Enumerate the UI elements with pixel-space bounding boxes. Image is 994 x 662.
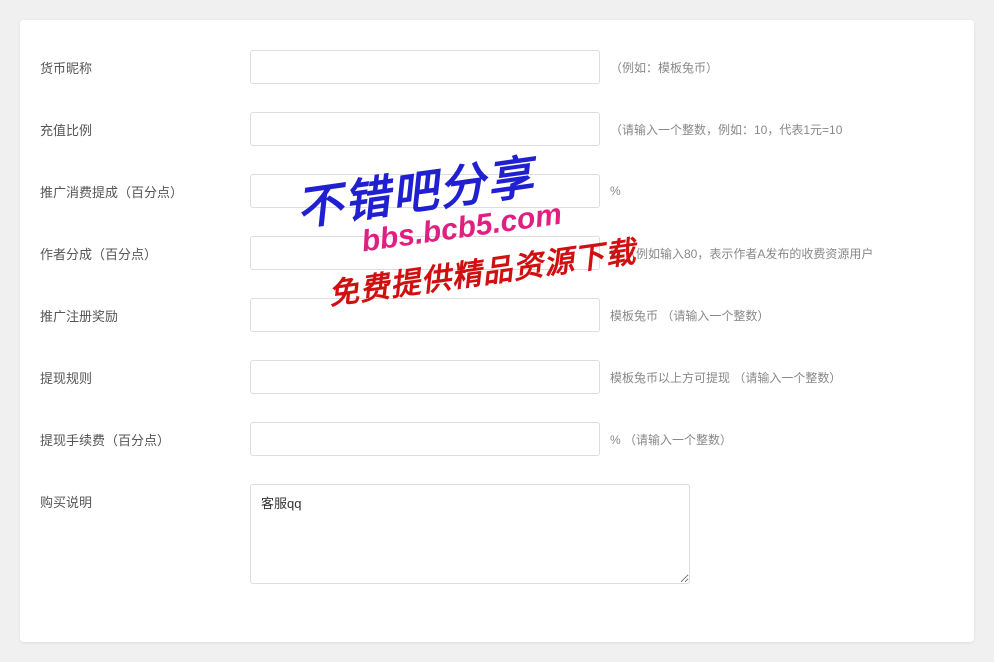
row-withdraw-fee: 提现手续费（百分点） % （请输入一个整数） bbox=[40, 422, 954, 456]
row-purchase-description: 购买说明 客服qq bbox=[40, 484, 954, 584]
control-wrap: 模板兔币 （请输入一个整数） bbox=[250, 298, 954, 332]
control-wrap: % （例如输入80，表示作者A发布的收费资源用户 bbox=[250, 236, 954, 270]
control-wrap: 模板兔币以上方可提现 （请输入一个整数） bbox=[250, 360, 954, 394]
watermark-overlay: 不错吧分享 bbs.bcb5.com 免费提供精品资源下载 bbox=[292, 128, 639, 317]
hint-recharge-ratio: （请输入一个整数，例如：10，代表1元=10 bbox=[610, 121, 842, 138]
textarea-purchase-description[interactable]: 客服qq bbox=[250, 484, 690, 584]
row-promotion-commission: 推广消费提成（百分点） % bbox=[40, 174, 954, 208]
input-withdraw-rule[interactable] bbox=[250, 360, 600, 394]
input-recharge-ratio[interactable] bbox=[250, 112, 600, 146]
control-wrap: 客服qq bbox=[250, 484, 954, 584]
hint-author-share: % （例如输入80，表示作者A发布的收费资源用户 bbox=[610, 245, 873, 262]
label-author-share: 作者分成（百分点） bbox=[40, 236, 250, 263]
control-wrap: % bbox=[250, 174, 954, 208]
label-withdraw-rule: 提现规则 bbox=[40, 360, 250, 387]
label-withdraw-fee: 提现手续费（百分点） bbox=[40, 422, 250, 449]
input-currency-nickname[interactable] bbox=[250, 50, 600, 84]
label-purchase-description: 购买说明 bbox=[40, 484, 250, 511]
label-currency-nickname: 货币昵称 bbox=[40, 50, 250, 77]
input-promotion-register-reward[interactable] bbox=[250, 298, 600, 332]
input-promotion-commission[interactable] bbox=[250, 174, 600, 208]
input-withdraw-fee[interactable] bbox=[250, 422, 600, 456]
control-wrap: （请输入一个整数，例如：10，代表1元=10 bbox=[250, 112, 954, 146]
settings-panel: 货币昵称 （例如：模板兔币） 充值比例 （请输入一个整数，例如：10，代表1元=… bbox=[20, 20, 974, 642]
control-wrap: （例如：模板兔币） bbox=[250, 50, 954, 84]
control-wrap: % （请输入一个整数） bbox=[250, 422, 954, 456]
hint-withdraw-fee: % （请输入一个整数） bbox=[610, 431, 732, 448]
row-withdraw-rule: 提现规则 模板兔币以上方可提现 （请输入一个整数） bbox=[40, 360, 954, 394]
input-author-share[interactable] bbox=[250, 236, 600, 270]
row-recharge-ratio: 充值比例 （请输入一个整数，例如：10，代表1元=10 bbox=[40, 112, 954, 146]
hint-promotion-commission: % bbox=[610, 184, 621, 198]
label-recharge-ratio: 充值比例 bbox=[40, 112, 250, 139]
label-promotion-commission: 推广消费提成（百分点） bbox=[40, 174, 250, 201]
hint-promotion-register-reward: 模板兔币 （请输入一个整数） bbox=[610, 307, 769, 324]
label-promotion-register-reward: 推广注册奖励 bbox=[40, 298, 250, 325]
hint-currency-nickname: （例如：模板兔币） bbox=[610, 59, 718, 76]
row-author-share: 作者分成（百分点） % （例如输入80，表示作者A发布的收费资源用户 bbox=[40, 236, 954, 270]
hint-withdraw-rule: 模板兔币以上方可提现 （请输入一个整数） bbox=[610, 369, 841, 386]
row-currency-nickname: 货币昵称 （例如：模板兔币） bbox=[40, 50, 954, 84]
row-promotion-register-reward: 推广注册奖励 模板兔币 （请输入一个整数） bbox=[40, 298, 954, 332]
